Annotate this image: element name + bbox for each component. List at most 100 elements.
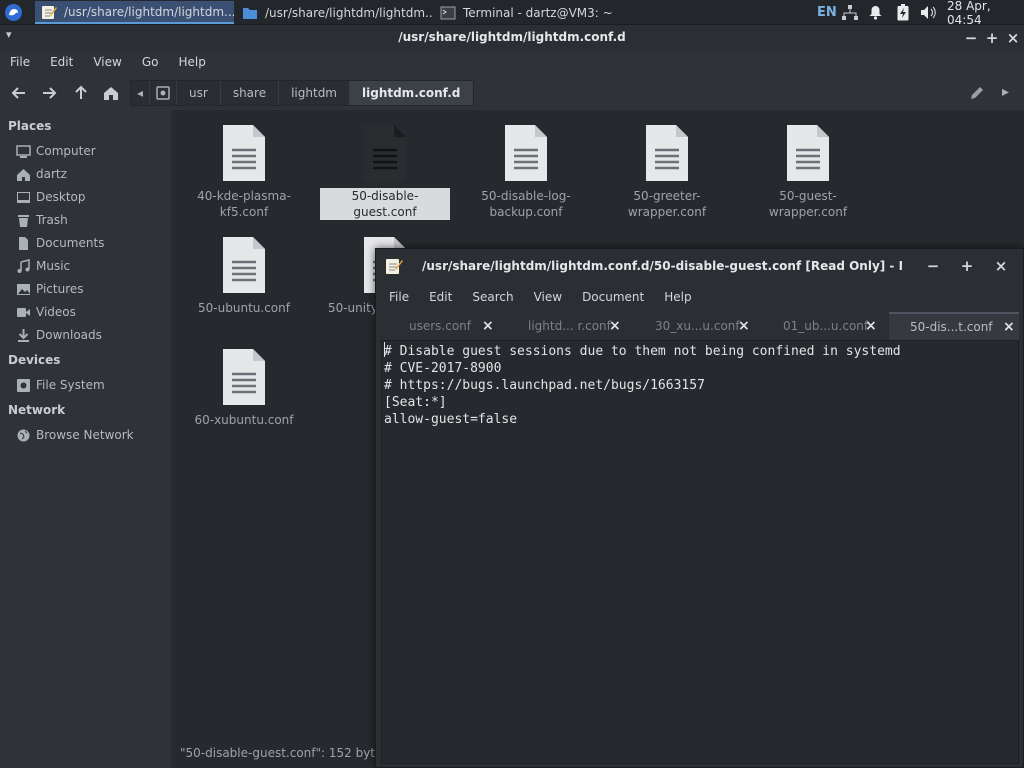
file-name: 50-guest-wrapper.conf (768, 189, 848, 219)
sidebar-item-browse-network[interactable]: Browse Network (16, 426, 134, 444)
sidebar: Places Computer dartz Desktop Trash Docu… (0, 110, 170, 768)
editor-content: # Disable guest sessions due to them not… (384, 344, 901, 427)
close-tab-icon[interactable]: × (738, 318, 750, 334)
file-name: 50-greeter- wrapper.conf (627, 189, 707, 219)
drive-icon (156, 86, 170, 100)
fm-titlebar[interactable]: ▾ /usr/share/lightdm/lightdm.conf.d − + … (0, 25, 1024, 51)
sidebar-item-label: File System (36, 378, 105, 392)
minimize-button[interactable]: − (962, 29, 980, 47)
edit-location-pencil-icon[interactable] (968, 84, 986, 102)
volume-icon[interactable] (920, 5, 937, 20)
file-item[interactable]: 50-greeter- wrapper.conf (602, 124, 732, 220)
videos-icon (17, 307, 30, 317)
sidebar-item-dartz[interactable]: dartz (16, 165, 67, 183)
documents-icon (19, 236, 28, 250)
file-item[interactable]: 50-ubuntu.conf (179, 236, 309, 316)
status-bar: "50-disable-guest.conf": 152 bytes (180, 746, 389, 760)
menu-view[interactable]: View (93, 55, 121, 69)
close-tab-icon[interactable]: × (1003, 319, 1015, 335)
sidebar-item-videos[interactable]: Videos (16, 303, 76, 321)
breadcrumb-usr[interactable]: usr (177, 81, 221, 105)
file-name: 50-disable-log- backup.conf (481, 189, 571, 219)
sidebar-item-label: Trash (36, 213, 68, 227)
close-tab-icon[interactable]: × (609, 318, 621, 334)
menu-file[interactable]: File (10, 55, 30, 69)
sidebar-item-documents[interactable]: Documents (16, 234, 104, 252)
taskbar-item-file-manager[interactable]: /usr/share/lightdm/lightdm.... (236, 1, 432, 24)
notification-bell-icon[interactable] (868, 5, 883, 20)
sidebar-item-music[interactable]: Music (16, 257, 70, 275)
menu-go[interactable]: Go (142, 55, 159, 69)
text-file-icon (646, 125, 688, 181)
menu-view[interactable]: View (534, 290, 562, 304)
back-arrow-icon[interactable] (8, 82, 30, 104)
editor-menubar: File Edit Search View Document Help (376, 287, 1024, 307)
close-tab-icon[interactable]: × (865, 318, 877, 334)
tab-30-xubuntu-conf[interactable]: 30_xu...u.conf × (634, 312, 756, 340)
sidebar-item-label: Browse Network (36, 428, 134, 442)
xfce-menu-icon[interactable] (4, 3, 23, 22)
sidebar-item-desktop[interactable]: Desktop (16, 188, 86, 206)
editor-window-title: /usr/share/lightdm/lightdm.conf.d/50-dis… (422, 259, 902, 273)
close-tab-icon[interactable]: × (482, 318, 494, 334)
chevron-right-icon[interactable]: ▸ (1002, 84, 1009, 100)
up-arrow-icon[interactable] (70, 82, 92, 104)
tab-50-disable-guest-conf[interactable]: 50-dis...t.conf × (889, 312, 1019, 340)
maximize-button[interactable]: + (983, 29, 1001, 47)
menu-help[interactable]: Help (178, 55, 205, 69)
battery-icon[interactable] (897, 4, 909, 21)
menu-edit[interactable]: Edit (50, 55, 73, 69)
sidebar-item-trash[interactable]: Trash (16, 211, 68, 229)
sidebar-item-downloads[interactable]: Downloads (16, 326, 102, 344)
breadcrumb-share[interactable]: share (221, 81, 280, 105)
text-file-icon (364, 125, 406, 181)
menu-file[interactable]: File (389, 290, 409, 304)
tab-users-conf[interactable]: users.conf × (392, 312, 512, 340)
breadcrumb: ◂ usr share lightdm lightdm.conf.d (130, 80, 475, 106)
top-panel: /usr/share/lightdm/lightdm.... /usr/shar… (0, 0, 1024, 27)
tab-01-ubuntu-conf[interactable]: 01_ub...u.conf × (756, 312, 880, 340)
clock[interactable]: 28 Apr, 04:54 (947, 0, 1024, 27)
breadcrumb-root[interactable] (150, 81, 178, 105)
breadcrumb-left-arrow-icon[interactable]: ◂ (131, 81, 151, 105)
breadcrumb-current[interactable]: lightdm.conf.d (350, 81, 474, 105)
file-name: 50-ubuntu.conf (198, 301, 290, 315)
forward-arrow-icon[interactable] (38, 82, 60, 104)
file-item[interactable]: 50-disable-log- backup.conf (461, 124, 591, 220)
file-item[interactable]: 50-guest-wrapper.conf (743, 124, 873, 220)
text-editor-area[interactable]: # Disable guest sessions due to them not… (381, 340, 1019, 764)
trash-icon (18, 214, 29, 227)
text-file-icon (505, 125, 547, 181)
sidebar-heading-places: Places (8, 119, 52, 133)
menu-document[interactable]: Document (582, 290, 644, 304)
taskbar-item-terminal[interactable]: Terminal - dartz@VM3: ~ (434, 1, 614, 24)
home-icon[interactable] (100, 82, 122, 104)
fm-window-title: /usr/share/lightdm/lightdm.conf.d (398, 30, 626, 44)
maximize-button[interactable]: + (958, 257, 976, 275)
sidebar-item-file-system[interactable]: File System (16, 376, 105, 394)
taskbar-item-editor[interactable]: /usr/share/lightdm/lightdm.... (35, 1, 234, 24)
file-item[interactable]: 40-kde-plasma- kf5.conf (179, 124, 309, 220)
tab-lightdm-conf[interactable]: lightd... r.conf × (512, 312, 634, 340)
breadcrumb-lightdm[interactable]: lightdm (279, 81, 350, 105)
text-editor-icon (386, 259, 403, 274)
file-name: 60-xubuntu.conf (194, 413, 294, 427)
tab-label: 01_ub...u.conf (783, 319, 869, 333)
network-icon[interactable] (842, 5, 858, 20)
close-button[interactable]: × (1004, 29, 1022, 47)
text-editor-icon (42, 5, 57, 19)
menu-search[interactable]: Search (472, 290, 513, 304)
close-button[interactable]: × (992, 257, 1010, 275)
sidebar-item-computer[interactable]: Computer (16, 142, 96, 160)
globe-icon (17, 429, 30, 441)
fm-toolbar: ◂ usr share lightdm lightdm.conf.d ▸ (0, 76, 1024, 110)
file-name: 40-kde-plasma- kf5.conf (197, 189, 291, 219)
file-item[interactable]: 60-xubuntu.conf (179, 348, 309, 428)
sidebar-item-pictures[interactable]: Pictures (16, 280, 84, 298)
sidebar-item-label: Documents (36, 236, 105, 250)
menu-help[interactable]: Help (664, 290, 691, 304)
file-item-selected[interactable]: 50-disable-guest.conf (320, 124, 450, 220)
keyboard-layout-indicator[interactable]: EN (817, 0, 837, 25)
menu-edit[interactable]: Edit (429, 290, 452, 304)
minimize-button[interactable]: − (924, 257, 942, 275)
